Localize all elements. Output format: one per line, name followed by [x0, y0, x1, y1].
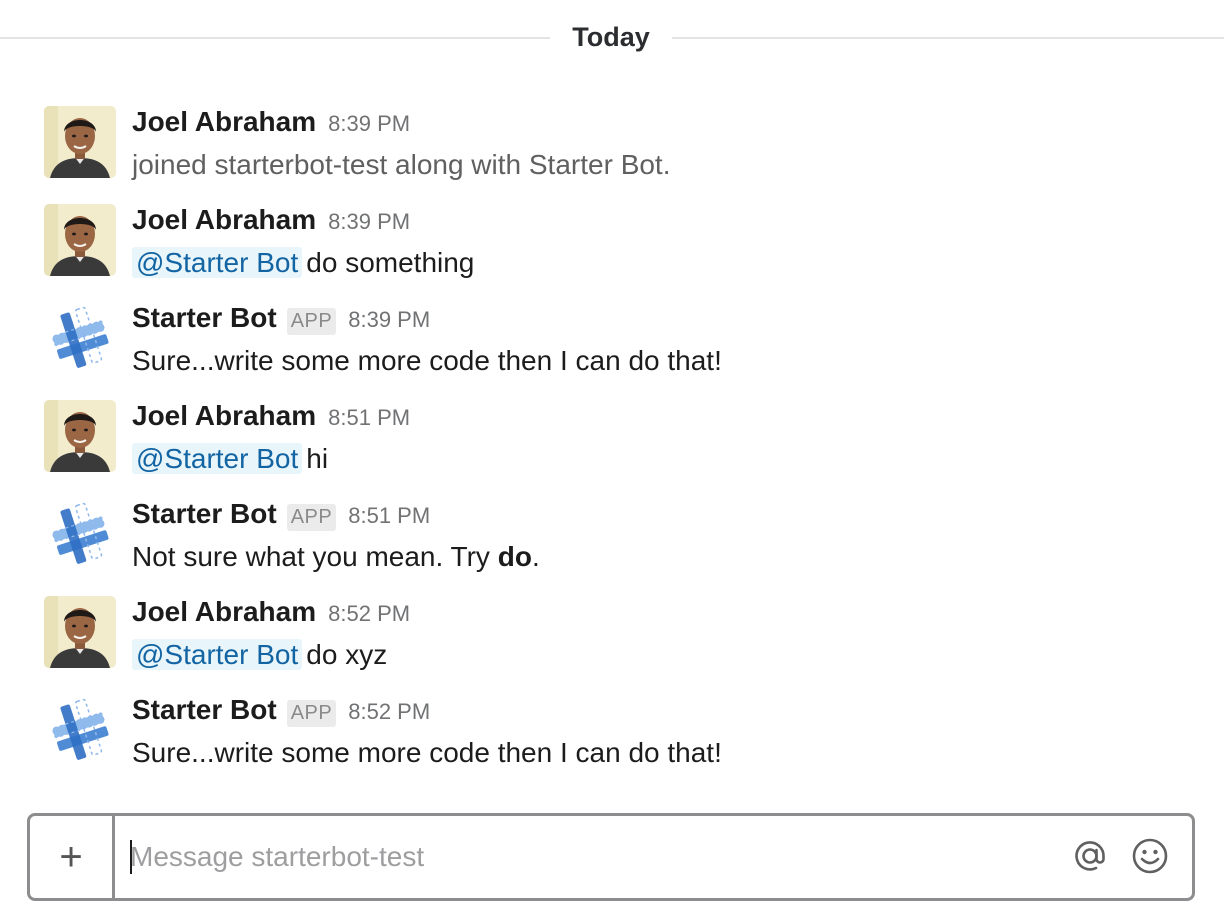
starter-bot-logo-icon [44, 302, 116, 374]
user-portrait-icon [44, 106, 116, 178]
message-item: Joel Abraham 8:39 PM joined starterbot-t… [0, 98, 1224, 196]
message-composer: + [27, 813, 1195, 901]
user-portrait-icon [44, 400, 116, 472]
sender-name[interactable]: Joel Abraham [132, 596, 316, 628]
text-caret [130, 840, 132, 874]
day-divider: Today [0, 18, 1224, 58]
starter-bot-logo-icon [44, 694, 116, 766]
message-item: Joel Abraham 8:51 PM @Starter Bot hi [0, 392, 1224, 490]
message-text-bold: do [497, 541, 532, 572]
message-text: @Starter Bot do xyz [132, 638, 387, 672]
message-header: Joel Abraham 8:39 PM [132, 204, 410, 240]
message-item: Joel Abraham 8:39 PM @Starter Bot do some… [0, 196, 1224, 294]
message-text-content: hi [306, 443, 329, 474]
message-input[interactable] [130, 834, 1050, 880]
message-item: Joel Abraham 8:52 PM @Starter Bot do xyz [0, 588, 1224, 686]
message-timestamp[interactable]: 8:39 PM [328, 111, 410, 137]
message-timestamp[interactable]: 8:51 PM [328, 405, 410, 431]
message-text-content: Not sure what you mean. Try [132, 541, 498, 572]
divider-line-left [0, 37, 550, 39]
message-text-content: . [531, 541, 540, 572]
sender-name[interactable]: Joel Abraham [132, 204, 316, 236]
user-portrait-icon [44, 596, 116, 668]
avatar-starter-bot[interactable] [44, 498, 116, 570]
message-text: @Starter Bot do something [132, 246, 474, 280]
message-timestamp[interactable]: 8:51 PM [348, 503, 430, 529]
user-mention[interactable]: @Starter Bot [132, 639, 303, 670]
message-timestamp[interactable]: 8:52 PM [328, 601, 410, 627]
message-text: joined starterbot-test along with Starte… [132, 148, 671, 182]
message-text-content: joined starterbot-test along with Starte… [132, 149, 671, 180]
message-text-content: Sure...write some more code then I can d… [132, 737, 722, 768]
message-timestamp[interactable]: 8:39 PM [348, 307, 430, 333]
message-item: Starter Bot APP 8:51 PM Not sure what yo… [0, 490, 1224, 588]
app-badge: APP [286, 308, 337, 335]
message-header: Joel Abraham 8:52 PM [132, 596, 410, 632]
app-badge: APP [286, 504, 337, 531]
sender-name[interactable]: Starter Bot [132, 498, 277, 530]
user-mention[interactable]: @Starter Bot [132, 443, 303, 474]
message-list: Joel Abraham 8:39 PM joined starterbot-t… [0, 98, 1224, 784]
message-header: Starter Bot APP 8:51 PM [132, 498, 430, 534]
starter-bot-logo-icon [44, 498, 116, 570]
divider-line-right [672, 37, 1224, 39]
user-portrait-icon [44, 204, 116, 276]
message-text-content: do something [306, 247, 475, 278]
sender-name[interactable]: Starter Bot [132, 302, 277, 334]
message-timestamp[interactable]: 8:52 PM [348, 699, 430, 725]
at-icon[interactable] [1070, 836, 1110, 876]
message-header: Joel Abraham 8:39 PM [132, 106, 410, 142]
avatar-joel-abraham[interactable] [44, 400, 116, 472]
avatar-joel-abraham[interactable] [44, 596, 116, 668]
message-text-content: do xyz [306, 639, 388, 670]
user-mention[interactable]: @Starter Bot [132, 247, 303, 278]
chat-view: Today Joel Abraham 8:39 PM joined starte… [0, 0, 1224, 920]
emoji-icon[interactable] [1130, 836, 1170, 876]
message-item: Starter Bot APP 8:52 PM Sure...write som… [0, 686, 1224, 784]
avatar-starter-bot[interactable] [44, 694, 116, 766]
sender-name[interactable]: Joel Abraham [132, 106, 316, 138]
message-text: Not sure what you mean. Try do. [132, 540, 540, 574]
day-divider-label: Today [572, 22, 650, 52]
avatar-joel-abraham[interactable] [44, 204, 116, 276]
message-text-content: Sure...write some more code then I can d… [132, 345, 722, 376]
add-attachment-button[interactable]: + [30, 816, 115, 898]
message-text: Sure...write some more code then I can d… [132, 736, 722, 770]
sender-name[interactable]: Starter Bot [132, 694, 277, 726]
message-timestamp[interactable]: 8:39 PM [328, 209, 410, 235]
message-header: Starter Bot APP 8:52 PM [132, 694, 430, 730]
app-badge: APP [286, 700, 337, 727]
message-text: @Starter Bot hi [132, 442, 328, 476]
message-header: Joel Abraham 8:51 PM [132, 400, 410, 436]
message-header: Starter Bot APP 8:39 PM [132, 302, 430, 338]
avatar-starter-bot[interactable] [44, 302, 116, 374]
sender-name[interactable]: Joel Abraham [132, 400, 316, 432]
avatar-joel-abraham[interactable] [44, 106, 116, 178]
message-text: Sure...write some more code then I can d… [132, 344, 722, 378]
message-item: Starter Bot APP 8:39 PM Sure...write som… [0, 294, 1224, 392]
